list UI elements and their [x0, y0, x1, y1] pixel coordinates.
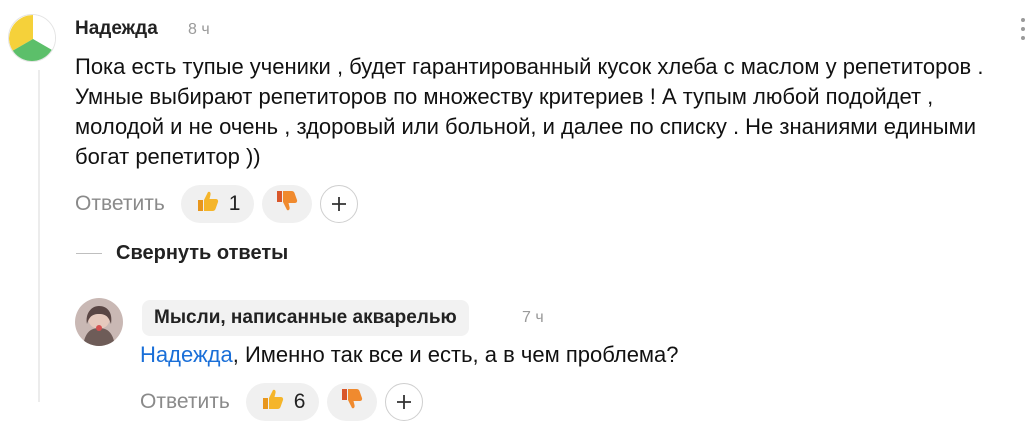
- reply-dislike-button[interactable]: [327, 383, 378, 421]
- thumbs-up-icon: [195, 188, 221, 220]
- more-vertical-icon[interactable]: [1019, 18, 1027, 40]
- thumbs-up-icon: [260, 386, 286, 418]
- reply-like-button[interactable]: 6: [245, 383, 320, 421]
- reply-like-count: 6: [293, 390, 306, 413]
- thread-line: [38, 70, 40, 402]
- thumbs-down-icon: [339, 386, 365, 418]
- reply-author[interactable]: Мысли, написанные акварелью: [142, 300, 469, 336]
- comment-text: Пока есть тупые ученики , будет гарантир…: [75, 54, 984, 169]
- comment-time: 8 ч: [188, 21, 210, 38]
- reply-actions: Ответить 6: [140, 383, 424, 421]
- collapse-dash: [76, 252, 102, 255]
- reply-avatar[interactable]: [75, 298, 123, 346]
- avatar[interactable]: [8, 14, 56, 62]
- plus-icon[interactable]: [385, 383, 424, 421]
- collapse-replies-button[interactable]: Свернуть ответы: [76, 242, 288, 265]
- reply-reply-button[interactable]: Ответить: [140, 390, 230, 414]
- comment-actions: Ответить 1: [75, 185, 359, 223]
- dislike-button[interactable]: [262, 185, 313, 223]
- reply-button[interactable]: Ответить: [75, 192, 165, 216]
- thumbs-down-icon: [274, 188, 300, 220]
- like-count: 1: [228, 192, 241, 215]
- collapse-label: Свернуть ответы: [116, 242, 289, 264]
- mention-link[interactable]: Надежда: [140, 342, 233, 367]
- like-button[interactable]: 1: [180, 185, 255, 223]
- comment-author[interactable]: Надежда: [75, 18, 158, 40]
- plus-icon[interactable]: [320, 185, 359, 223]
- reply-time: 7 ч: [522, 309, 544, 326]
- reply-body: , Именно так все и есть, а в чем проблем…: [232, 342, 679, 367]
- reply-text: Надежда, Именно так все и есть, а в чем …: [140, 340, 1000, 370]
